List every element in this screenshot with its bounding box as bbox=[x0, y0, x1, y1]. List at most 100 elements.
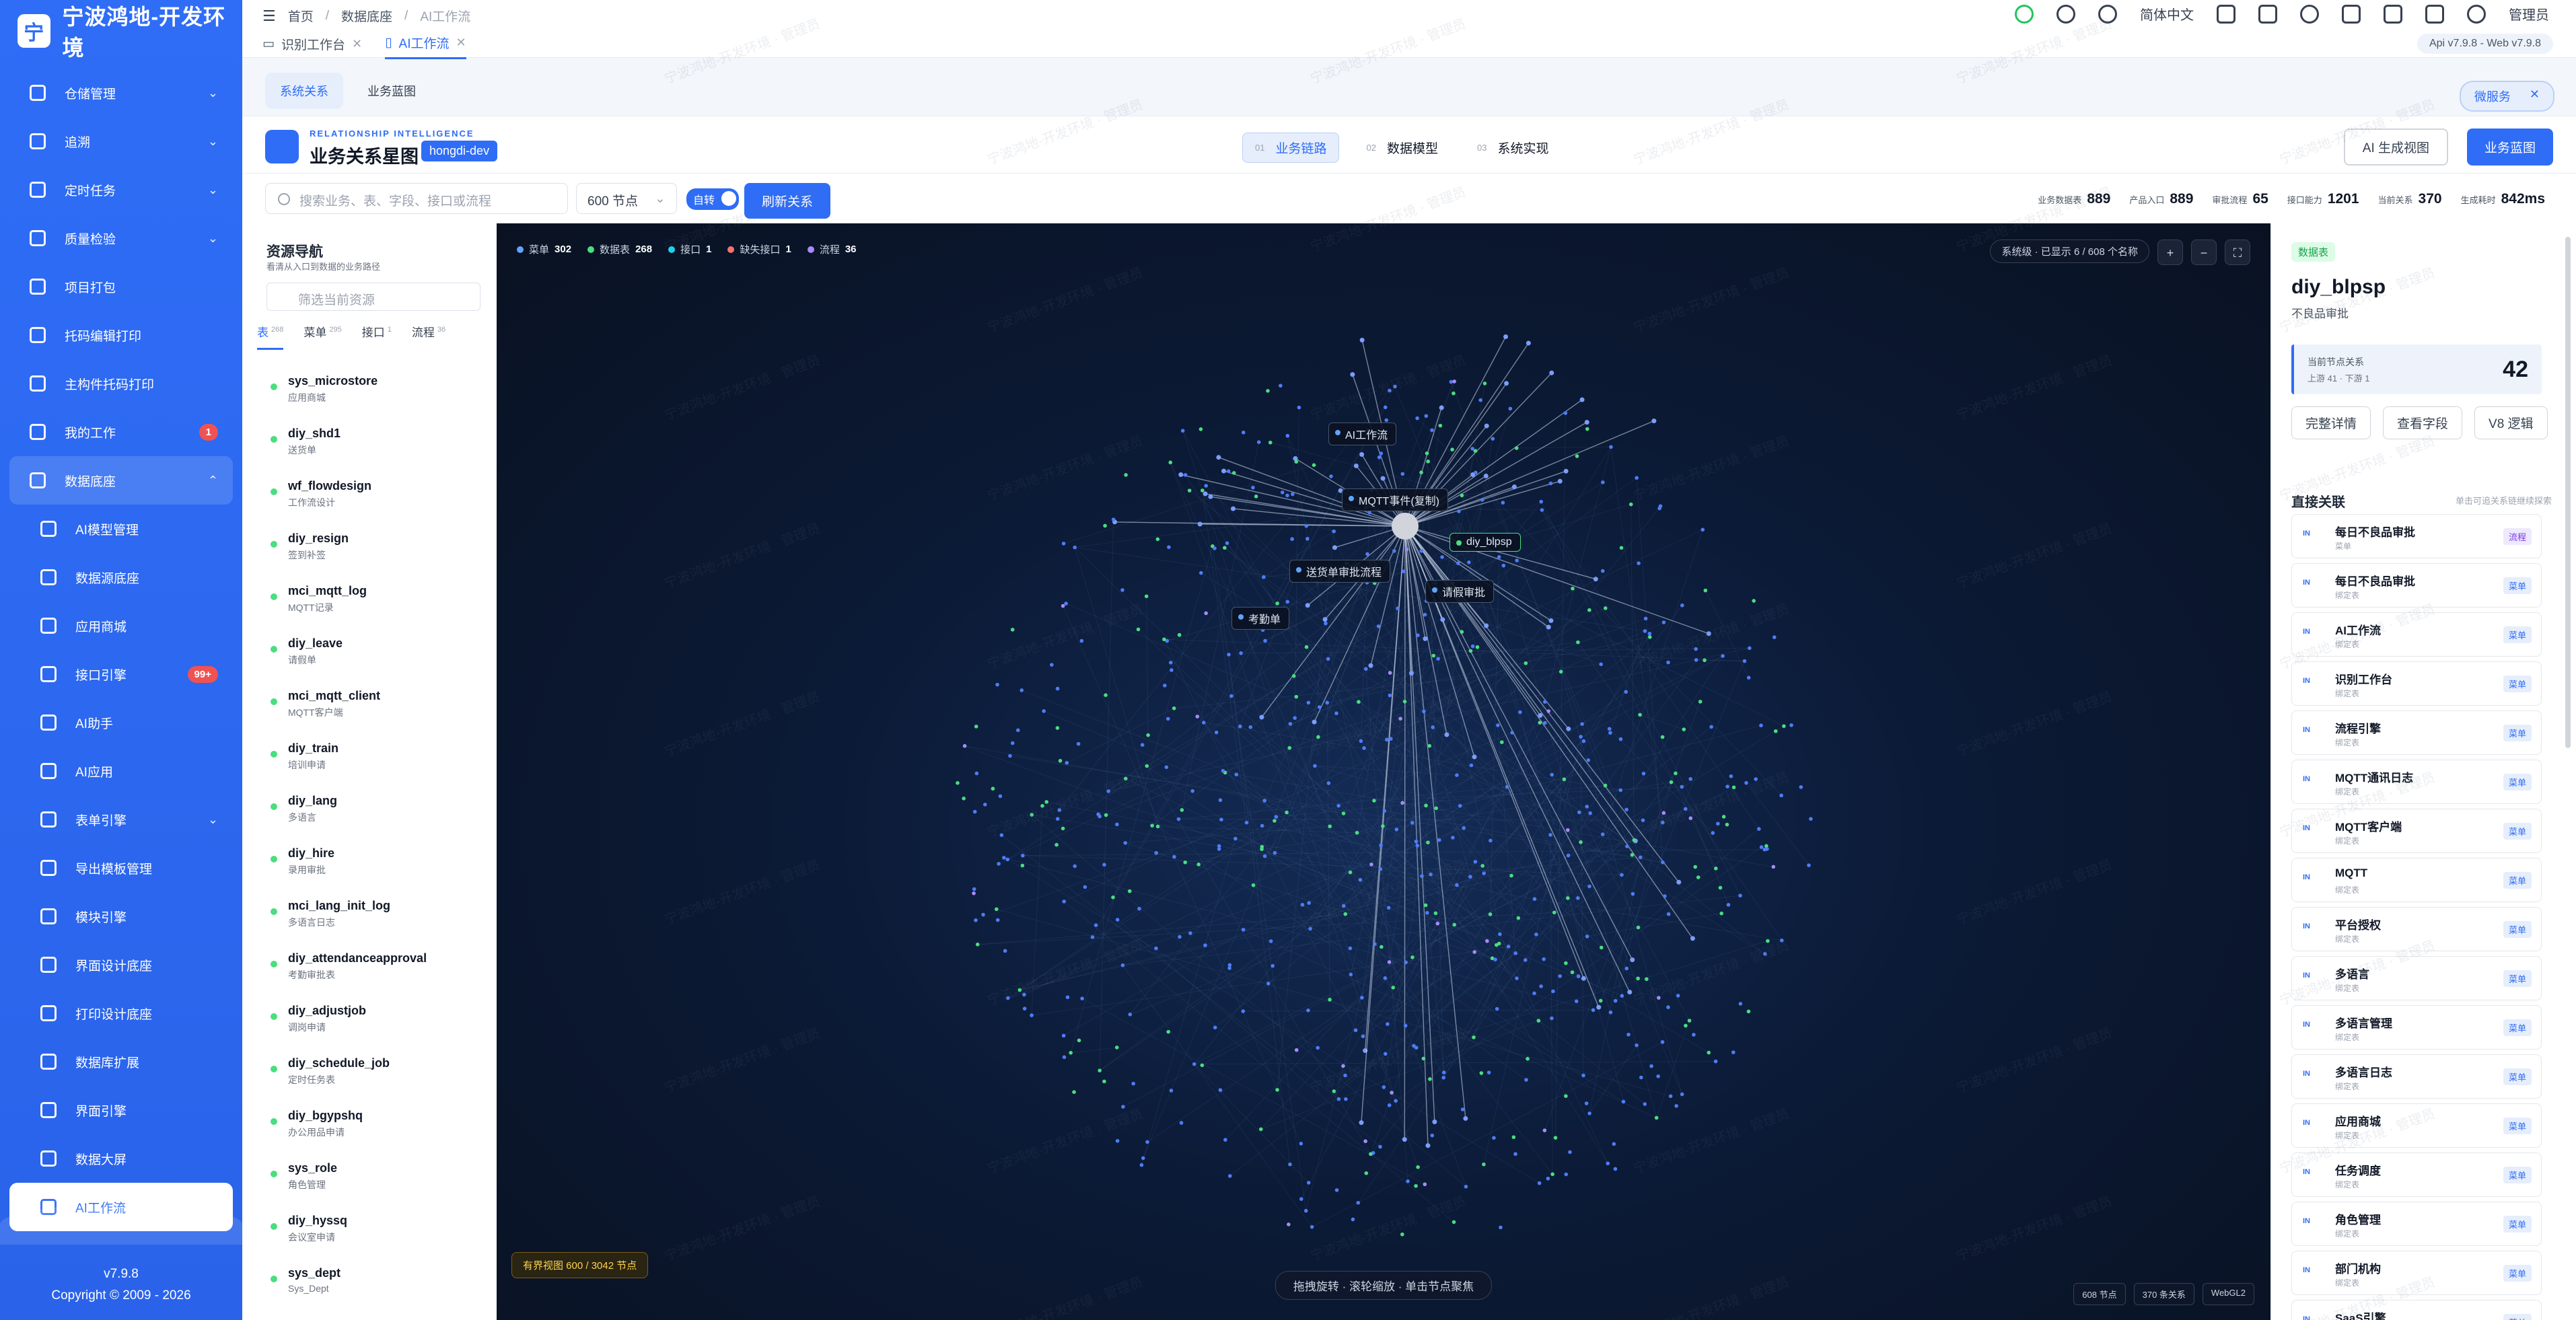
graph-node[interactable] bbox=[1054, 842, 1059, 847]
graph-node[interactable] bbox=[1809, 817, 1813, 821]
graph-node[interactable] bbox=[1663, 894, 1667, 898]
graph-node[interactable] bbox=[1495, 1006, 1499, 1011]
microservice-chip[interactable]: 微服务 ✕ bbox=[2459, 81, 2554, 112]
graph-node[interactable] bbox=[1336, 1097, 1341, 1101]
graph-node[interactable] bbox=[1022, 992, 1026, 997]
graph-node[interactable] bbox=[1676, 879, 1682, 885]
status-icon[interactable] bbox=[2015, 4, 2034, 24]
graph-node[interactable] bbox=[1294, 694, 1299, 699]
graph-node[interactable] bbox=[1576, 896, 1580, 900]
graph-node[interactable] bbox=[1647, 631, 1652, 636]
graph-node[interactable] bbox=[1055, 726, 1060, 730]
graph-node[interactable] bbox=[1372, 799, 1376, 803]
graph-node[interactable] bbox=[1377, 455, 1382, 460]
graph-node[interactable] bbox=[1369, 1152, 1373, 1157]
graph-node[interactable] bbox=[1433, 911, 1438, 916]
graph-node[interactable] bbox=[1577, 810, 1581, 815]
graph-node[interactable] bbox=[1216, 455, 1221, 460]
graph-node[interactable] bbox=[1726, 903, 1731, 907]
menu-toggle-icon[interactable]: ☰ bbox=[262, 7, 276, 25]
graph-node[interactable] bbox=[1344, 1097, 1348, 1101]
graph-node[interactable] bbox=[1432, 1119, 1437, 1124]
graph-node[interactable] bbox=[1565, 828, 1570, 832]
graph-node[interactable] bbox=[1416, 1165, 1420, 1169]
graph-node[interactable] bbox=[1061, 826, 1065, 831]
graph-node[interactable] bbox=[1387, 960, 1392, 964]
graph-node[interactable] bbox=[1393, 384, 1397, 389]
graph-node[interactable] bbox=[1213, 546, 1217, 550]
graph-node[interactable] bbox=[1515, 976, 1519, 980]
graph-node[interactable] bbox=[1656, 1074, 1660, 1078]
graph-node[interactable] bbox=[1114, 1046, 1119, 1050]
graph-node[interactable] bbox=[1178, 934, 1182, 939]
language-switch[interactable]: 简体中文 bbox=[2140, 4, 2194, 24]
graph-node[interactable] bbox=[1643, 616, 1648, 621]
graph-node[interactable] bbox=[1386, 906, 1391, 910]
graph-node[interactable] bbox=[1585, 805, 1589, 809]
graph-node[interactable] bbox=[1548, 833, 1552, 837]
graph-node[interactable] bbox=[1187, 488, 1192, 492]
graph-node[interactable] bbox=[1766, 939, 1770, 943]
graph-node[interactable] bbox=[956, 780, 960, 785]
graph-node[interactable] bbox=[1444, 732, 1450, 737]
graph-node[interactable] bbox=[1040, 804, 1044, 808]
graph-node-label[interactable]: AI工作流 bbox=[1328, 423, 1397, 445]
legend-item[interactable]: 缺失接口 1 bbox=[727, 242, 791, 256]
settings-sliders-icon[interactable] bbox=[2258, 4, 2277, 24]
graph-node[interactable] bbox=[1290, 537, 1294, 542]
graph-node[interactable] bbox=[1204, 611, 1208, 616]
graph-node[interactable] bbox=[1260, 823, 1264, 828]
graph-node[interactable] bbox=[1204, 484, 1208, 488]
avatar[interactable] bbox=[2467, 4, 2486, 24]
graph-node[interactable] bbox=[1137, 906, 1141, 911]
graph-node[interactable] bbox=[1472, 950, 1476, 954]
graph-node[interactable] bbox=[1334, 1188, 1339, 1192]
graph-node[interactable] bbox=[1369, 863, 1373, 867]
search-input[interactable]: 搜索业务、表、字段、接口或流程 bbox=[265, 183, 568, 214]
graph-node[interactable] bbox=[1564, 961, 1568, 965]
graph-node[interactable] bbox=[1585, 934, 1589, 939]
graph-node[interactable] bbox=[1601, 480, 1605, 484]
graph-node[interactable] bbox=[1754, 777, 1758, 781]
graph-node[interactable] bbox=[1542, 1128, 1547, 1132]
graph-node[interactable] bbox=[1329, 474, 1333, 478]
graph-node[interactable] bbox=[1580, 722, 1584, 726]
graph-node[interactable] bbox=[1065, 995, 1070, 1000]
graph-node[interactable] bbox=[1680, 1092, 1684, 1097]
list-item[interactable]: sys_role 角色管理 bbox=[268, 1161, 483, 1214]
graph-node[interactable] bbox=[1111, 895, 1115, 900]
graph-node[interactable] bbox=[1288, 722, 1293, 726]
graph-node[interactable] bbox=[1557, 478, 1563, 484]
graph-node[interactable] bbox=[1305, 536, 1310, 541]
graph-node[interactable] bbox=[1480, 498, 1484, 502]
tab-business-blueprint[interactable]: 业务蓝图 bbox=[353, 73, 431, 109]
graph-node[interactable] bbox=[1478, 398, 1482, 402]
relation-item[interactable]: IN 多语言管理 绑定表 菜单 bbox=[2291, 1005, 2542, 1050]
graph-node[interactable] bbox=[1575, 454, 1579, 458]
graph-node[interactable] bbox=[1358, 877, 1363, 882]
graph-node[interactable] bbox=[1449, 379, 1454, 384]
graph-node[interactable] bbox=[1503, 334, 1509, 339]
graph-node[interactable] bbox=[1706, 631, 1711, 636]
graph-node[interactable] bbox=[1693, 865, 1697, 869]
scrollbar[interactable] bbox=[2565, 237, 2571, 748]
graph-node[interactable] bbox=[1192, 1062, 1196, 1066]
graph-node[interactable] bbox=[1355, 830, 1359, 835]
graph-node[interactable] bbox=[1332, 545, 1338, 550]
graph-node[interactable] bbox=[1166, 1029, 1170, 1034]
list-item[interactable]: diy_adjustjob 调岗申请 bbox=[268, 1004, 483, 1056]
graph-node[interactable] bbox=[1201, 488, 1205, 492]
graph-node-label[interactable]: 请假审批 bbox=[1425, 580, 1495, 603]
relation-item[interactable]: IN 每日不良品审批 菜单 流程 bbox=[2291, 514, 2542, 558]
graph-node[interactable] bbox=[1636, 925, 1641, 930]
graph-node-label[interactable]: 考勤单 bbox=[1231, 607, 1290, 630]
graph-node[interactable] bbox=[1226, 469, 1231, 474]
graph-node[interactable] bbox=[1155, 824, 1160, 829]
graph-node[interactable] bbox=[1574, 999, 1579, 1004]
graph-node[interactable] bbox=[1394, 828, 1399, 832]
graph-node[interactable] bbox=[1127, 889, 1132, 893]
graph-node[interactable] bbox=[1497, 555, 1501, 559]
graph-node[interactable] bbox=[1154, 946, 1158, 951]
graph-node[interactable] bbox=[1524, 958, 1528, 962]
graph-node[interactable] bbox=[1131, 1081, 1136, 1086]
